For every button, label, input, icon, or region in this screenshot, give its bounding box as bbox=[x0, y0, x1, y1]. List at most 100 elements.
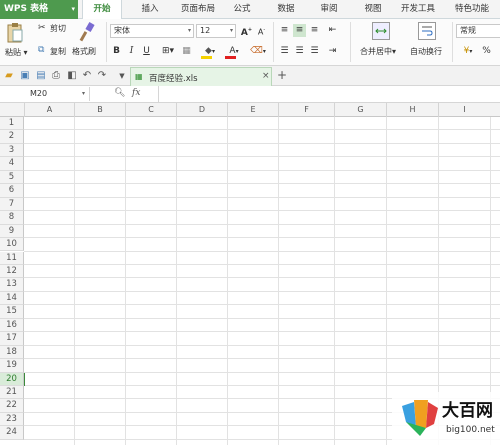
row-header-5[interactable]: 5 bbox=[0, 170, 24, 185]
align-left-icon[interactable]: ☰ bbox=[278, 45, 291, 58]
row-header-19[interactable]: 19 bbox=[0, 359, 24, 373]
borders-button[interactable]: ⊞▾ bbox=[158, 45, 178, 58]
tab-home[interactable]: 开始 bbox=[82, 0, 122, 20]
align-right-icon[interactable]: ☰ bbox=[308, 45, 321, 58]
row-header-15[interactable]: 15 bbox=[0, 305, 24, 319]
column-header-c[interactable]: C bbox=[125, 103, 176, 117]
document-tab[interactable]: ▦ 百度经验.xls × bbox=[130, 67, 272, 86]
grid-style-icon[interactable]: ▦ bbox=[180, 45, 193, 58]
undo-icon[interactable]: ↶ bbox=[81, 70, 93, 82]
decrease-indent-icon[interactable]: ⇤ bbox=[326, 24, 339, 37]
chevron-down-icon: ▾ bbox=[71, 5, 75, 13]
row-header-9[interactable]: 9 bbox=[0, 224, 24, 239]
row-header-13[interactable]: 13 bbox=[0, 278, 24, 292]
column-header-g[interactable]: G bbox=[334, 103, 386, 117]
column-header-i[interactable]: I bbox=[438, 103, 490, 117]
bold-button[interactable]: B bbox=[110, 45, 123, 58]
column-gridline bbox=[125, 117, 126, 445]
tab-data[interactable]: 数据 bbox=[270, 0, 302, 19]
app-menu-button[interactable]: WPS 表格 ▾ bbox=[0, 0, 78, 19]
row-header-8[interactable]: 8 bbox=[0, 211, 24, 225]
grow-font-button[interactable]: A+ bbox=[240, 24, 253, 38]
tab-view[interactable]: 视图 bbox=[357, 0, 389, 19]
row-gridline bbox=[24, 304, 500, 306]
row-header-1[interactable]: 1 bbox=[0, 117, 24, 131]
tab-review[interactable]: 审阅 bbox=[313, 0, 345, 19]
column-header-f[interactable]: F bbox=[278, 103, 334, 117]
paste-button[interactable]: 粘贴 ▾ bbox=[5, 47, 28, 58]
format-painter-icon[interactable] bbox=[78, 22, 96, 42]
fx-icon[interactable]: fx bbox=[132, 88, 140, 98]
paste-icon[interactable] bbox=[6, 22, 24, 44]
formula-input[interactable] bbox=[160, 87, 500, 101]
row-header-12[interactable]: 12 bbox=[0, 264, 24, 279]
export-icon[interactable]: ▤ bbox=[35, 70, 47, 82]
print-icon[interactable]: ⎙ bbox=[50, 70, 62, 82]
number-format-select[interactable]: 常规 bbox=[456, 24, 500, 38]
name-box[interactable]: M20 ▾ bbox=[0, 87, 90, 101]
row-header-4[interactable]: 4 bbox=[0, 157, 24, 171]
column-header-b[interactable]: B bbox=[74, 103, 125, 117]
tab-insert[interactable]: 插入 bbox=[130, 0, 170, 19]
format-painter-button[interactable]: 格式刷 bbox=[72, 46, 96, 57]
clear-format-icon[interactable]: ⌫▾ bbox=[248, 45, 268, 58]
align-center-icon[interactable]: ☰ bbox=[293, 45, 306, 58]
font-size-select[interactable]: 12 ▾ bbox=[196, 24, 236, 38]
row-header-24[interactable]: 24 bbox=[0, 426, 24, 440]
align-bottom-icon[interactable]: ≡ bbox=[308, 24, 321, 37]
tab-developer[interactable]: 开发工具 bbox=[396, 0, 440, 19]
wrap-text-icon[interactable] bbox=[418, 22, 436, 40]
shrink-font-button[interactable]: A- bbox=[255, 24, 268, 37]
row-header-11[interactable]: 11 bbox=[0, 251, 24, 265]
increase-indent-icon[interactable]: ⇥ bbox=[326, 45, 339, 58]
row-gridline bbox=[24, 237, 500, 239]
copy-button[interactable]: 复制 bbox=[50, 46, 66, 57]
row-header-23[interactable]: 23 bbox=[0, 412, 24, 427]
save-icon[interactable]: ▣ bbox=[19, 70, 31, 82]
tab-formulas[interactable]: 公式 bbox=[226, 0, 258, 19]
formula-bar: M20 ▾ 🔍︎ fx bbox=[0, 86, 500, 103]
open-folder-icon[interactable]: ▰ bbox=[3, 70, 15, 82]
divider bbox=[273, 22, 274, 62]
cut-button[interactable]: 剪切 bbox=[50, 23, 66, 34]
currency-icon[interactable]: ¥▾ bbox=[458, 45, 478, 58]
tab-features[interactable]: 特色功能 bbox=[448, 0, 496, 19]
border-icon: ⊞▾ bbox=[161, 46, 175, 56]
tab-page-layout[interactable]: 页面布局 bbox=[172, 0, 224, 19]
redo-icon[interactable]: ↷ bbox=[96, 70, 108, 82]
column-header-a[interactable]: A bbox=[24, 103, 74, 117]
row-header-7[interactable]: 7 bbox=[0, 197, 24, 212]
percent-button[interactable]: % bbox=[480, 45, 493, 58]
select-all-corner[interactable] bbox=[0, 103, 24, 117]
merge-center-button[interactable]: 合并居中▾ bbox=[360, 46, 396, 57]
underline-button[interactable]: U bbox=[140, 45, 153, 58]
column-header-d[interactable]: D bbox=[176, 103, 227, 117]
font-name-select[interactable]: 宋体 ▾ bbox=[110, 24, 194, 38]
wrap-text-button[interactable]: 自动换行 bbox=[410, 46, 442, 57]
row-header-14[interactable]: 14 bbox=[0, 291, 24, 306]
row-header-2[interactable]: 2 bbox=[0, 130, 24, 144]
align-middle-icon[interactable]: ≡ bbox=[293, 24, 306, 37]
merge-cells-icon[interactable] bbox=[372, 22, 390, 40]
row-header-17[interactable]: 17 bbox=[0, 332, 24, 346]
column-header-e[interactable]: E bbox=[227, 103, 278, 117]
paint-bucket-icon: ◆ bbox=[205, 46, 212, 56]
row-header-21[interactable]: 21 bbox=[0, 386, 24, 400]
print-preview-icon[interactable]: ◧ bbox=[66, 70, 78, 82]
row-header-22[interactable]: 22 bbox=[0, 399, 24, 413]
close-tab-icon[interactable]: × bbox=[262, 71, 270, 81]
row-header-10[interactable]: 10 bbox=[0, 238, 24, 252]
chevron-down-icon[interactable]: ▼ bbox=[116, 70, 128, 82]
row-header-6[interactable]: 6 bbox=[0, 184, 24, 198]
new-tab-icon[interactable]: + bbox=[277, 68, 287, 82]
font-color-button[interactable]: A▾ bbox=[224, 45, 244, 59]
italic-button[interactable]: I bbox=[125, 45, 138, 58]
align-top-icon[interactable]: ≡ bbox=[278, 24, 291, 37]
row-header-20[interactable]: 20 bbox=[0, 372, 24, 386]
zoom-icon[interactable]: 🔍︎ bbox=[114, 88, 125, 98]
row-header-3[interactable]: 3 bbox=[0, 143, 24, 158]
row-header-18[interactable]: 18 bbox=[0, 345, 24, 360]
column-header-h[interactable]: H bbox=[386, 103, 438, 117]
row-header-16[interactable]: 16 bbox=[0, 318, 24, 333]
fill-color-button[interactable]: ◆▾ bbox=[200, 45, 220, 59]
